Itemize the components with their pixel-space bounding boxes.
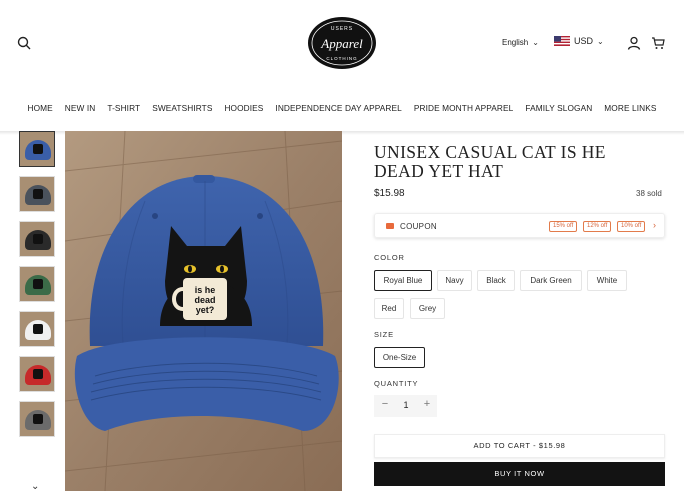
product-thumbnail[interactable] xyxy=(19,131,55,167)
color-option-dark-green[interactable]: Dark Green xyxy=(520,270,582,291)
cart-icon[interactable] xyxy=(651,36,666,51)
cat-graphic xyxy=(33,189,43,199)
logo-text-main: Apparel xyxy=(320,36,363,51)
product-price: $15.98 xyxy=(374,188,405,199)
chevron-down-icon[interactable]: ⌄ xyxy=(31,481,39,492)
size-label: SIZE xyxy=(374,330,394,339)
color-option-black[interactable]: Black xyxy=(477,270,515,291)
size-option-one-size[interactable]: One-Size xyxy=(374,347,425,368)
logo-text-top: USERS xyxy=(331,26,353,32)
color-option-white[interactable]: White xyxy=(587,270,627,291)
mug-text-line-2: dead xyxy=(194,295,215,305)
coupon-icon xyxy=(386,223,394,229)
currency-label: USD xyxy=(574,36,594,46)
coupon-tag: 10% off xyxy=(617,221,646,232)
logo-text-bottom: CLOTHING xyxy=(326,56,357,61)
site-logo[interactable]: USERS Apparel CLOTHING xyxy=(308,17,376,69)
color-label: COLOR xyxy=(374,253,405,262)
coupon-label: COUPON xyxy=(400,222,437,231)
sold-count: 38 sold xyxy=(636,189,662,198)
cat-graphic xyxy=(33,324,43,334)
quantity-increase-button[interactable]: + xyxy=(419,398,435,410)
chevron-down-icon: ⌄ xyxy=(532,38,539,47)
nav-item-home[interactable]: HOME xyxy=(22,99,59,119)
product-thumbnail[interactable] xyxy=(19,266,55,302)
chevron-down-icon: ⌄ xyxy=(597,36,604,46)
nav-item-family-slogan[interactable]: FAMILY SLOGAN xyxy=(519,99,598,119)
color-option-royal-blue[interactable]: Royal Blue xyxy=(374,270,432,291)
nav-item-new-in[interactable]: NEW IN xyxy=(59,99,102,119)
quantity-decrease-button[interactable]: − xyxy=(377,398,393,410)
cat-graphic xyxy=(33,279,43,289)
account-icon[interactable] xyxy=(627,36,642,51)
product-thumbnail[interactable] xyxy=(19,311,55,347)
language-label: English xyxy=(502,38,529,47)
add-to-cart-button[interactable]: ADD TO CART - $15.98 xyxy=(374,434,665,458)
color-option-red[interactable]: Red xyxy=(374,298,404,319)
cat-graphic xyxy=(33,144,43,154)
product-thumbnail[interactable] xyxy=(19,356,55,392)
product-thumbnail[interactable] xyxy=(19,221,55,257)
color-option-grey[interactable]: Grey xyxy=(410,298,445,319)
product-main-image[interactable]: is he dead yet? xyxy=(65,131,342,491)
language-selector[interactable]: English ⌄ xyxy=(502,38,539,47)
coupon-tag: 15% off xyxy=(549,221,578,232)
nav-item-pride-month[interactable]: PRIDE MONTH APPAREL xyxy=(408,99,520,119)
product-thumbnail[interactable] xyxy=(19,401,55,437)
mug-text-line-3: yet? xyxy=(196,305,215,315)
quantity-stepper: − 1 + xyxy=(374,395,437,417)
quantity-label: QUANTITY xyxy=(374,379,419,388)
nav-item-t-shirt[interactable]: T-SHIRT xyxy=(101,99,146,119)
coupon-bar[interactable]: COUPON 15% off 12% off 10% off › xyxy=(374,213,665,238)
search-icon[interactable] xyxy=(17,36,33,52)
product-title: UNISEX CASUAL CAT IS HE DEAD YET HAT xyxy=(374,142,606,181)
quantity-value[interactable]: 1 xyxy=(397,400,415,410)
nav-item-more-links[interactable]: MORE LINKS xyxy=(598,99,662,119)
currency-selector[interactable]: USD ⌄ xyxy=(554,36,604,46)
nav-item-hoodies[interactable]: HOODIES xyxy=(218,99,269,119)
coupon-tag: 12% off xyxy=(583,221,612,232)
site-header: USERS Apparel CLOTHING English ⌄ USD ⌄ xyxy=(0,0,684,90)
color-option-navy[interactable]: Navy xyxy=(437,270,472,291)
thumbnail-gallery xyxy=(19,131,55,446)
mug-text-line-1: is he xyxy=(195,285,216,295)
cat-graphic xyxy=(33,369,43,379)
cat-graphic xyxy=(33,414,43,424)
product-thumbnail[interactable] xyxy=(19,176,55,212)
chevron-right-icon: › xyxy=(653,220,656,230)
nav-item-sweatshirts[interactable]: SWEATSHIRTS xyxy=(146,99,218,119)
nav-item-independence-day[interactable]: INDEPENDENCE DAY APPAREL xyxy=(269,99,407,119)
buy-now-button[interactable]: BUY IT NOW xyxy=(374,462,665,486)
cat-graphic xyxy=(33,234,43,244)
main-nav: HOME NEW IN T-SHIRT SWEATSHIRTS HOODIES … xyxy=(0,99,684,119)
us-flag-icon xyxy=(554,36,570,46)
